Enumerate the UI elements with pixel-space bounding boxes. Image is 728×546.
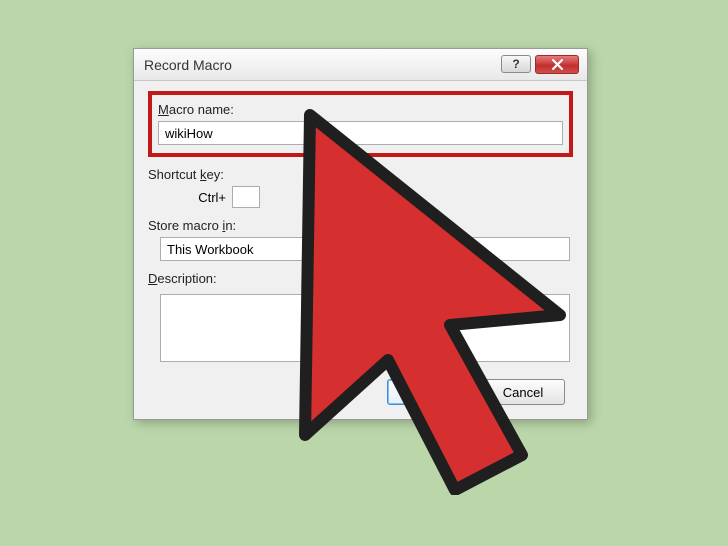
shortcut-row: Ctrl+ (148, 186, 573, 208)
close-icon (552, 59, 563, 70)
dialog-title: Record Macro (144, 57, 501, 73)
store-macro-value: This Workbook (167, 242, 253, 257)
description-label: Description: (148, 271, 573, 286)
macro-name-label: Macro name: (158, 102, 563, 117)
titlebar: Record Macro ? (134, 49, 587, 81)
ctrl-label: Ctrl+ (148, 190, 226, 205)
dialog-buttons: OK Cancel (148, 379, 573, 405)
shortcut-key-input[interactable] (232, 186, 260, 208)
close-button[interactable] (535, 55, 579, 74)
dialog-body: Macro name: Shortcut key: Ctrl+ Store ma… (134, 81, 587, 419)
description-input[interactable] (160, 294, 570, 362)
ok-button[interactable]: OK (387, 379, 471, 405)
titlebar-buttons: ? (501, 55, 579, 74)
record-macro-dialog: Record Macro ? Macro name: Shortcut key:… (133, 48, 588, 420)
shortcut-key-label: Shortcut key: (148, 167, 573, 182)
macro-name-highlight: Macro name: (148, 91, 573, 157)
macro-name-input[interactable] (158, 121, 563, 145)
store-macro-label: Store macro in: (148, 218, 573, 233)
help-button[interactable]: ? (501, 55, 531, 73)
cancel-button[interactable]: Cancel (481, 379, 565, 405)
store-macro-select[interactable]: This Workbook (160, 237, 570, 261)
